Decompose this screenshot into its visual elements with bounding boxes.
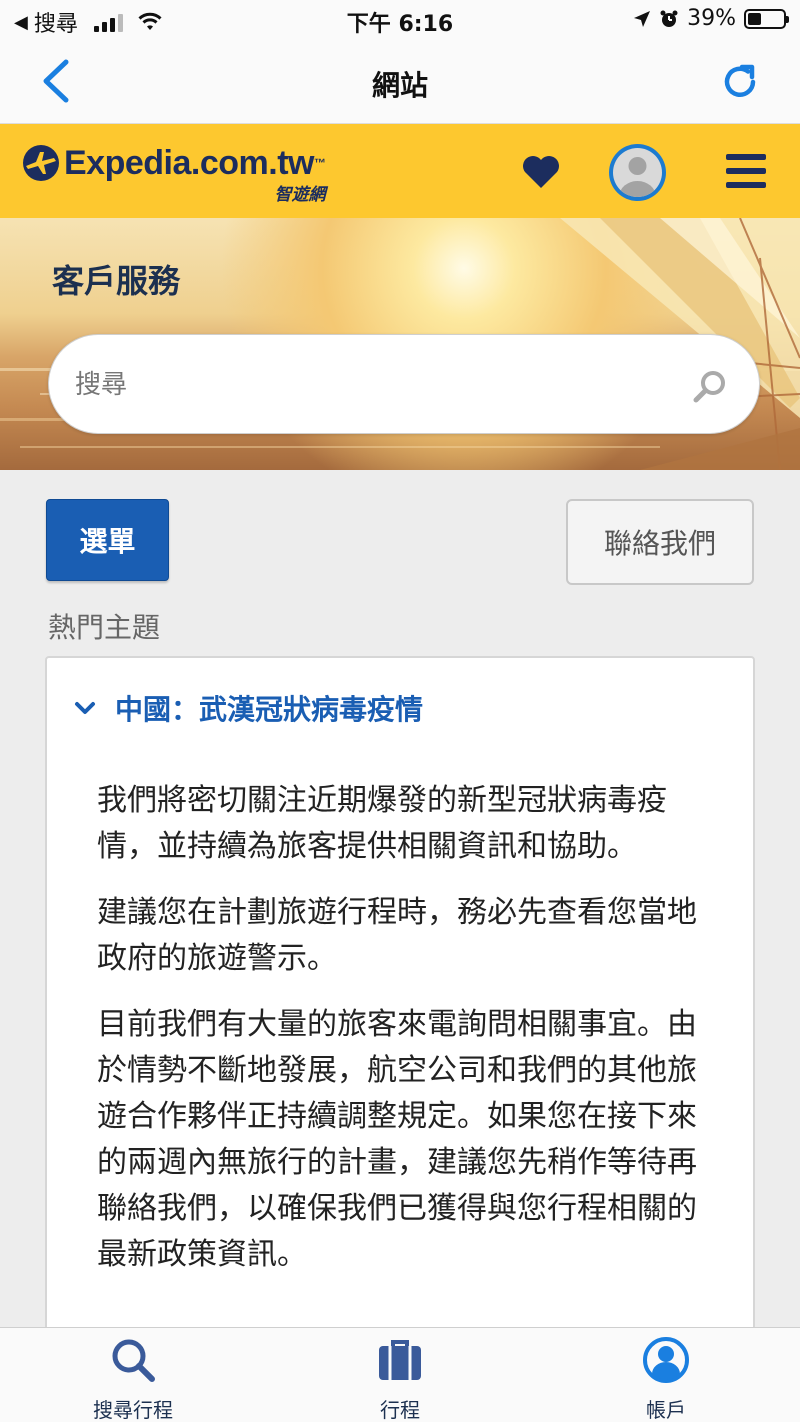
tab-trips[interactable]: 行程 (300, 1336, 500, 1422)
search-icon (112, 1339, 155, 1382)
battery-fill (748, 12, 762, 25)
search-box (48, 334, 760, 434)
status-right: 39% (633, 6, 789, 31)
avatar[interactable] (609, 144, 666, 201)
tab-label: 行程 (380, 1398, 420, 1422)
topic-paragraph: 我們將密切關注近期爆發的新型冠狀病毒疫情，並持續為旅客提供相關資訊和協助。 (97, 783, 667, 864)
logo-wordmark: Expedia.com.tw™ 智遊網 (64, 144, 326, 205)
status-bar: ◀ 搜尋 下午 6:16 39% (0, 0, 800, 40)
topic-body: 我們將密切關注近期爆發的新型冠狀病毒疫情，並持續為旅客提供相關資訊和協助。 建議… (97, 778, 717, 1298)
hero-banner: 客戶服務 (0, 218, 800, 470)
chevron-down-icon (75, 702, 95, 714)
tab-account[interactable]: 帳戶 (566, 1336, 766, 1422)
topic-title: 中國：武漢冠狀病毒疫情 (115, 693, 424, 726)
battery-percent: 39% (687, 6, 736, 31)
tab-label: 搜尋行程 (93, 1398, 173, 1422)
tab-search-trips[interactable]: 搜尋行程 (33, 1336, 233, 1422)
expedia-logo[interactable]: Expedia.com.tw™ 智遊網 (22, 144, 326, 205)
alarm-icon (660, 10, 678, 27)
brand-header: Expedia.com.tw™ 智遊網 (0, 124, 800, 218)
logo-main-text: Expedia.com.tw™ (64, 144, 326, 182)
page-title: 客戶服務 (52, 262, 181, 300)
nav-title: 網站 (371, 69, 428, 102)
logo-sub-text: 智遊網 (274, 185, 326, 205)
hamburger-menu-icon[interactable] (726, 154, 766, 188)
bottom-tab-bar: 搜尋行程 行程 帳戶 (0, 1327, 800, 1422)
topic-card: 中國：武漢冠狀病毒疫情 我們將密切關注近期爆發的新型冠狀病毒疫情，並持續為旅客提… (45, 656, 755, 1356)
search-input[interactable] (75, 363, 655, 407)
account-icon (643, 1337, 689, 1383)
plane-globe-icon (23, 145, 59, 181)
topic-paragraph: 建議您在計劃旅遊行程時，務必先查看您當地政府的旅遊警示。 (97, 895, 697, 976)
user-silhouette-icon (619, 157, 656, 197)
heart-icon[interactable] (520, 152, 562, 192)
battery-icon (744, 8, 789, 29)
avatar-placeholder (613, 148, 662, 197)
topic-accordion-header[interactable]: 中國：武漢冠狀病毒疫情 (73, 688, 423, 728)
search-icon[interactable] (693, 369, 727, 403)
suitcase-icon (379, 1340, 421, 1380)
navigation-bar: 網站 (0, 40, 800, 124)
location-arrow-icon (634, 10, 651, 27)
reload-icon[interactable] (720, 62, 760, 102)
popular-topics-heading: 熱門主題 (48, 611, 161, 644)
tab-label: 帳戶 (646, 1398, 686, 1422)
menu-button[interactable]: 選單 (46, 499, 169, 581)
topic-paragraph: 目前我們有大量的旅客來電詢問相關事宜。由於情勢不斷地發展，航空公司和我們的其他旅… (97, 1007, 697, 1272)
contact-us-button[interactable]: 聯絡我們 (566, 499, 754, 585)
